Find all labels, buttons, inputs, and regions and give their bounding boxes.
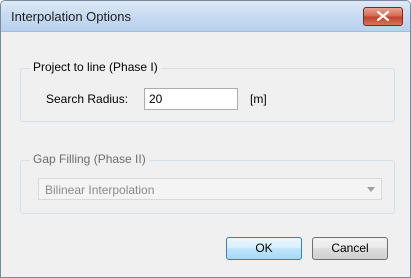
- close-button[interactable]: [363, 7, 403, 26]
- search-radius-input[interactable]: [144, 88, 238, 110]
- gap-filling-group-label: Gap Filling (Phase II): [30, 152, 149, 166]
- search-radius-label: Search Radius:: [46, 92, 129, 106]
- ok-button[interactable]: OK: [226, 237, 302, 260]
- chevron-down-icon: [367, 187, 375, 192]
- unit-label: [m]: [250, 92, 267, 106]
- close-icon: [377, 11, 389, 21]
- selected-method: Bilinear Interpolation: [45, 183, 155, 197]
- project-to-line-group-label: Project to line (Phase I): [30, 60, 161, 74]
- title-bar[interactable]: Interpolation Options: [1, 1, 410, 32]
- cancel-button[interactable]: Cancel: [312, 237, 388, 260]
- gap-filling-method-select[interactable]: Bilinear Interpolation: [38, 178, 382, 200]
- window-title: Interpolation Options: [11, 9, 131, 24]
